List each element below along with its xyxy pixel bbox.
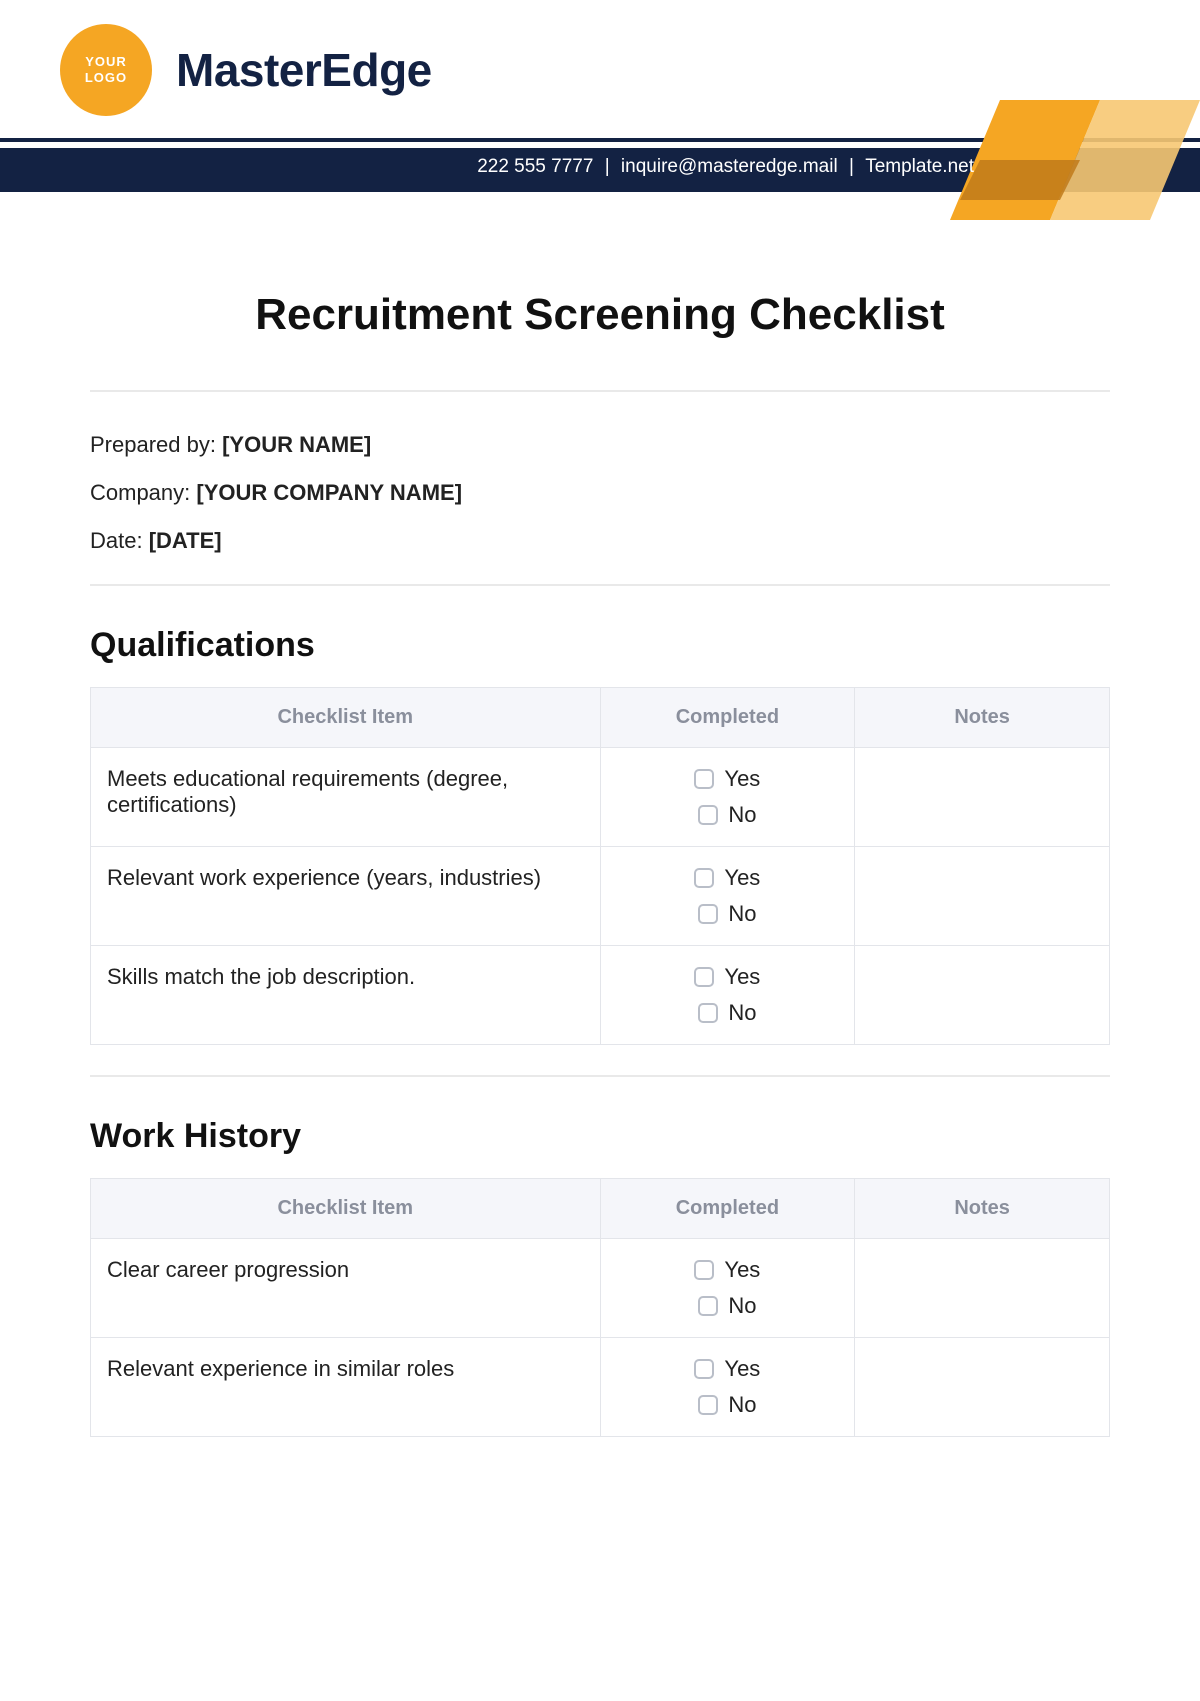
checkbox-yes[interactable] [694,1359,714,1379]
notes-cell[interactable] [855,748,1110,847]
yes-label: Yes [724,1257,760,1283]
meta-prepared-by: Prepared by: [YOUR NAME] [90,432,1110,458]
contact-phone: 222 555 7777 [471,156,599,177]
notes-cell[interactable] [855,1239,1110,1338]
checkbox-no[interactable] [698,1296,718,1316]
logo-placeholder: YOUR LOGO [60,24,152,116]
divider [90,584,1110,586]
completed-cell: Yes No [600,847,855,946]
yes-label: Yes [724,964,760,990]
notes-cell[interactable] [855,847,1110,946]
meta-label: Prepared by: [90,432,222,457]
qualifications-table: Checklist Item Completed Notes Meets edu… [90,687,1110,1045]
table-row: Relevant work experience (years, industr… [91,847,1110,946]
no-label: No [728,1392,756,1418]
content: Recruitment Screening Checklist Prepared… [0,200,1200,1477]
checklist-item: Clear career progression [91,1239,601,1338]
document-page: YOUR LOGO MasterEdge 222 555 7777 | inqu… [0,0,1200,1477]
completed-cell: Yes No [600,946,855,1045]
table-row: Skills match the job description. Yes No [91,946,1110,1045]
logo-line1: YOUR [85,54,127,70]
logo-row: YOUR LOGO MasterEdge [0,0,1200,116]
contact-info: 222 555 7777 | inquire@masteredge.mail |… [0,156,980,178]
meta-value: [YOUR NAME] [222,432,371,457]
notes-cell[interactable] [855,946,1110,1045]
completed-cell: Yes No [600,1239,855,1338]
section-title-qualifications: Qualifications [90,626,1110,665]
th-item: Checklist Item [91,1179,601,1239]
checkbox-no[interactable] [698,805,718,825]
table-row: Meets educational requirements (degree, … [91,748,1110,847]
completed-cell: Yes No [600,748,855,847]
checklist-item: Relevant work experience (years, industr… [91,847,601,946]
checkbox-no[interactable] [698,1395,718,1415]
section-title-work-history: Work History [90,1117,1110,1156]
yes-label: Yes [724,766,760,792]
divider [90,1075,1110,1077]
checklist-item: Relevant experience in similar roles [91,1338,601,1437]
meta-date: Date: [DATE] [90,528,1110,554]
contact-email: inquire@masteredge.mail [615,156,844,177]
no-label: No [728,1000,756,1026]
work-history-table: Checklist Item Completed Notes Clear car… [90,1178,1110,1437]
notes-cell[interactable] [855,1338,1110,1437]
meta-value: [YOUR COMPANY NAME] [196,480,462,505]
meta-company: Company: [YOUR COMPANY NAME] [90,480,1110,506]
th-completed: Completed [600,1179,855,1239]
meta-label: Company: [90,480,196,505]
checkbox-yes[interactable] [694,769,714,789]
table-row: Clear career progression Yes No [91,1239,1110,1338]
th-notes: Notes [855,1179,1110,1239]
checkbox-yes[interactable] [694,1260,714,1280]
meta-value: [DATE] [149,528,222,553]
table-row: Relevant experience in similar roles Yes… [91,1338,1110,1437]
brand-name: MasterEdge [176,43,432,97]
completed-cell: Yes No [600,1338,855,1437]
checklist-item: Meets educational requirements (degree, … [91,748,601,847]
checklist-item: Skills match the job description. [91,946,601,1045]
checkbox-no[interactable] [698,1003,718,1023]
th-notes: Notes [855,688,1110,748]
checkbox-no[interactable] [698,904,718,924]
no-label: No [728,802,756,828]
no-label: No [728,901,756,927]
th-item: Checklist Item [91,688,601,748]
yes-label: Yes [724,1356,760,1382]
meta-label: Date: [90,528,149,553]
yes-label: Yes [724,865,760,891]
no-label: No [728,1293,756,1319]
header-shape-icon [940,100,1200,210]
page-title: Recruitment Screening Checklist [90,290,1110,340]
th-completed: Completed [600,688,855,748]
checkbox-yes[interactable] [694,868,714,888]
divider [90,390,1110,392]
logo-line2: LOGO [85,70,127,86]
header: YOUR LOGO MasterEdge 222 555 7777 | inqu… [0,0,1200,200]
checkbox-yes[interactable] [694,967,714,987]
contact-site: Template.net [859,156,980,177]
